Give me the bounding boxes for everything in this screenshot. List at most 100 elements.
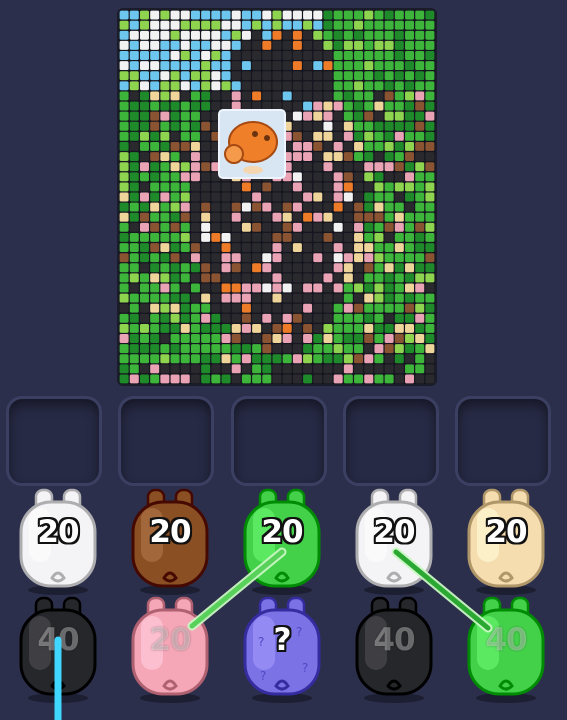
pig-brown-front-2[interactable]: 20 — [124, 488, 216, 596]
pixel-cell — [190, 202, 200, 212]
pixel-cell — [303, 263, 313, 273]
pixel-cell — [394, 323, 404, 333]
pixel-cell — [231, 81, 241, 91]
pixel-cell — [364, 111, 374, 121]
pixel-cell — [313, 162, 323, 172]
pixel-cell — [139, 323, 149, 333]
pixel-cell — [374, 323, 384, 333]
pixel-cell — [292, 71, 302, 81]
pig-green-front-3[interactable]: 20 — [236, 488, 328, 596]
pixel-cell — [272, 273, 282, 283]
pixel-cell — [180, 334, 190, 343]
pixel-cell — [313, 374, 323, 384]
pixel-cell — [415, 20, 425, 30]
pixel-cell — [170, 253, 180, 263]
pixel-cell — [282, 354, 292, 364]
pixel-cell — [415, 374, 425, 384]
pixel-cell — [323, 30, 333, 40]
pixel-cell — [170, 121, 180, 131]
pixel-cell — [180, 323, 190, 333]
pixel-cell — [323, 243, 333, 252]
empty-slot-5[interactable] — [455, 396, 551, 486]
pixel-cell — [303, 283, 313, 293]
pixel-cell — [303, 152, 313, 162]
pixel-cell — [282, 374, 292, 384]
pixel-cell — [252, 40, 262, 50]
pig-white-front-1[interactable]: 20 — [12, 488, 104, 596]
pixel-cell — [180, 243, 190, 252]
pixel-cell — [425, 222, 435, 232]
pixel-cell — [313, 293, 323, 303]
pixel-cell — [272, 293, 282, 303]
pixel-cell — [384, 222, 394, 232]
pixel-cell — [384, 192, 394, 202]
pixel-cell — [343, 232, 353, 242]
pixel-cell — [425, 20, 435, 30]
pig-white-front-4[interactable]: 20 — [348, 488, 440, 596]
pixel-cell — [241, 40, 251, 50]
pixel-cell — [160, 263, 170, 273]
pixel-cell — [282, 232, 292, 242]
pixel-cell — [354, 152, 364, 162]
pixel-cell — [180, 202, 190, 212]
pixel-cell — [211, 263, 221, 273]
pixel-cell — [201, 313, 211, 323]
pixel-cell — [313, 232, 323, 242]
pixel-cell — [343, 81, 353, 91]
pixel-cell — [394, 61, 404, 71]
pixel-cell — [333, 81, 343, 91]
pixel-cell — [292, 253, 302, 263]
pixel-cell — [415, 81, 425, 91]
pixel-cell — [282, 364, 292, 374]
pixel-cell — [425, 111, 435, 121]
empty-slot-4[interactable] — [343, 396, 439, 486]
pixel-cell — [303, 354, 313, 364]
empty-slot-2[interactable] — [118, 396, 214, 486]
pixel-cell — [425, 263, 435, 273]
pixel-cell — [374, 61, 384, 71]
pixel-cell — [323, 212, 333, 222]
empty-slot-3[interactable] — [231, 396, 327, 486]
pixel-cell — [343, 263, 353, 273]
pixel-cell — [313, 273, 323, 283]
pig-cream-front-5[interactable]: 20 — [460, 488, 552, 596]
pixel-cell — [405, 263, 415, 273]
pixel-cell — [241, 71, 251, 81]
pixel-cell — [364, 263, 374, 273]
pixel-cell — [343, 20, 353, 30]
pixel-cell — [292, 303, 302, 313]
pixel-cell — [190, 253, 200, 263]
pixel-cell — [160, 51, 170, 60]
pixel-cell — [333, 111, 343, 121]
pixel-cell — [119, 212, 129, 222]
pixel-cell — [211, 334, 221, 343]
pixel-cell — [252, 202, 262, 212]
pixel-cell — [139, 172, 149, 182]
pixel-cell — [150, 303, 160, 313]
pixel-cell — [170, 20, 180, 30]
pixel-cell — [394, 273, 404, 283]
pixel-cell — [160, 303, 170, 313]
pixel-cell — [343, 40, 353, 50]
pixel-cell — [354, 192, 364, 202]
pixel-cell — [231, 263, 241, 273]
pixel-cell — [231, 20, 241, 30]
pixel-cell — [129, 253, 139, 263]
pixel-cell — [129, 81, 139, 91]
pixel-cell — [343, 374, 353, 384]
empty-slot-1[interactable] — [6, 396, 102, 486]
pixel-cell — [313, 142, 323, 151]
pixel-cell — [119, 354, 129, 364]
pixel-cell — [333, 293, 343, 303]
pixel-cell — [139, 253, 149, 263]
pixel-cell — [139, 232, 149, 242]
pixel-cell — [170, 61, 180, 71]
pixel-cell — [364, 61, 374, 71]
pixel-cell — [139, 293, 149, 303]
pixel-cell — [241, 253, 251, 263]
pixel-cell — [323, 101, 333, 111]
pixel-cell — [292, 91, 302, 101]
pixel-cell — [333, 263, 343, 273]
pixel-cell — [139, 243, 149, 252]
pixel-cell — [129, 61, 139, 71]
